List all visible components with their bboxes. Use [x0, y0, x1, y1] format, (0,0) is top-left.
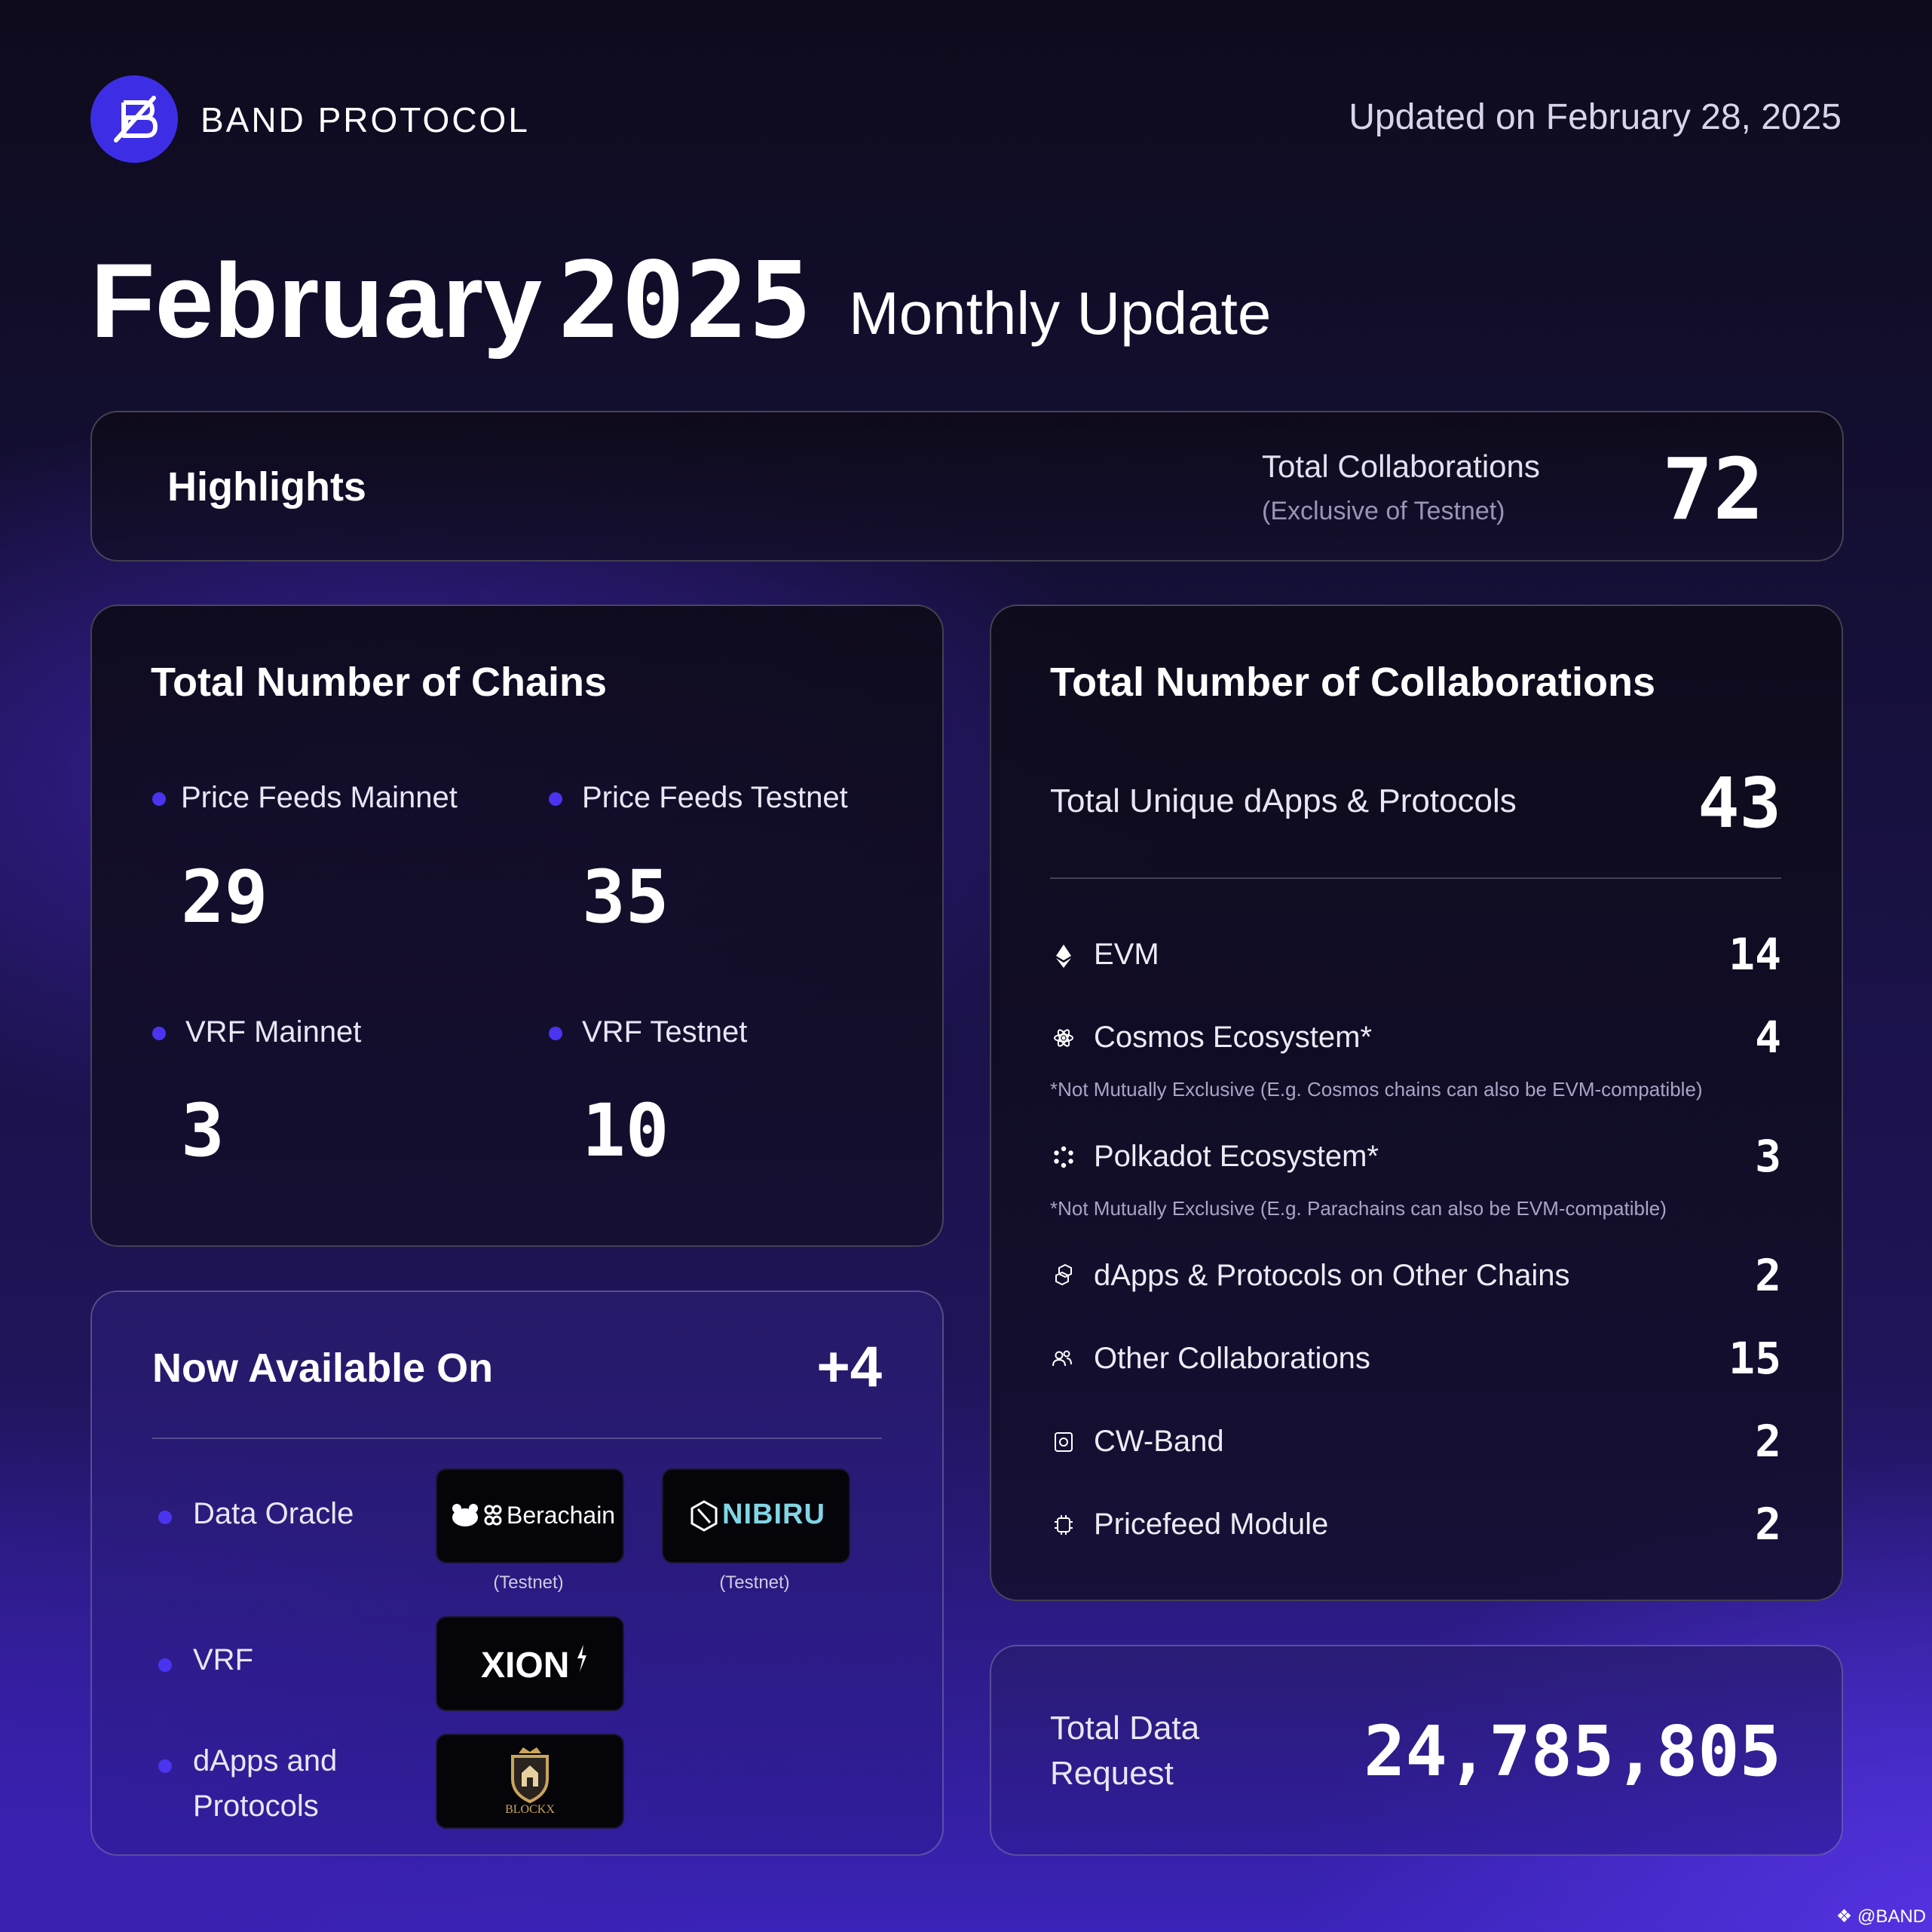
data-oracle-label: Data Oracle [193, 1497, 354, 1530]
page-title-year: 2025 [558, 240, 813, 363]
vrf-mainnet-value: 3 [181, 1088, 225, 1173]
available-card: Now Available On +4 Data Oracle Berachai… [90, 1291, 944, 1856]
polkadot-value: 3 [1755, 1131, 1781, 1182]
diamond-icon: ❖ [1836, 1906, 1853, 1927]
polkadot-note: *Not Mutually Exclusive (E.g. Parachains… [1050, 1197, 1667, 1220]
unique-dapps-label: Total Unique dApps & Protocols [1050, 782, 1517, 819]
dapps-protocols-label: dApps and Protocols [193, 1738, 389, 1829]
watermark: ❖ @BAND [1836, 1906, 1926, 1927]
vrf-label: VRF [193, 1643, 253, 1676]
collaborations-title: Total Number of Collaborations [1050, 660, 1656, 705]
total-collaborations-value: 72 [1662, 441, 1764, 539]
price-feeds-mainnet-label: Price Feeds Mainnet [181, 781, 458, 814]
other-chains-value: 2 [1755, 1250, 1781, 1301]
blockx-name: BLOCKX [505, 1803, 555, 1816]
dapps-protocols-text: dApps and Protocols [193, 1744, 338, 1823]
evm-value: 14 [1728, 929, 1781, 980]
cw-band-label: CW-Band [1094, 1425, 1224, 1458]
chains-title: Total Number of Chains [151, 660, 608, 705]
bullet-dot [152, 792, 166, 806]
cosmos-note: *Not Mutually Exclusive (E.g. Cosmos cha… [1050, 1078, 1703, 1101]
vrf-mainnet-label: VRF Mainnet [185, 1015, 362, 1049]
highlights-card: Highlights Total Collaborations (Exclusi… [90, 411, 1844, 562]
brand-logo [90, 75, 178, 163]
chip-icon [1055, 1515, 1073, 1535]
cosmos-value: 4 [1755, 1012, 1781, 1063]
unique-dapps-value: 43 [1698, 763, 1781, 844]
brand-name: BAND PROTOCOL [201, 100, 530, 139]
nibiru-testnet-note: (Testnet) [719, 1572, 790, 1593]
xion-name: XION [481, 1646, 570, 1686]
vrf-testnet-label: VRF Testnet [582, 1015, 748, 1049]
bullet-dot [158, 1511, 172, 1524]
bullet-dot [549, 792, 562, 806]
bullet-dot [152, 1027, 166, 1040]
cubes-icon [1055, 1263, 1072, 1286]
data-request-label-line1: Total Data [1050, 1710, 1200, 1747]
ethereum-icon [1056, 945, 1071, 968]
chains-card: Total Number of Chains Price Feeds Mainn… [90, 605, 944, 1247]
cosmos-icon [1054, 1029, 1073, 1047]
divider [152, 1438, 882, 1439]
collaborations-card: Total Number of Collaborations Total Uni… [990, 605, 1843, 1601]
price-feeds-testnet-label: Price Feeds Testnet [582, 781, 848, 814]
flame-icon [577, 1645, 586, 1672]
page: { "brand": { "name": "BAND PROTOCOL" }, … [0, 0, 1932, 1932]
chain-link-icon [484, 1505, 502, 1526]
evm-label: EVM [1094, 938, 1159, 971]
bullet-dot [158, 1658, 172, 1672]
cw-band-value: 2 [1755, 1416, 1781, 1467]
polkadot-label: Polkadot Ecosystem* [1094, 1140, 1379, 1173]
blockx-logo: BLOCKX [436, 1734, 624, 1829]
vrf-testnet-value: 10 [582, 1088, 669, 1173]
cosmos-label: Cosmos Ecosystem* [1094, 1021, 1372, 1054]
band-logo-icon [114, 96, 158, 142]
highlights-label: Highlights [167, 464, 366, 510]
data-request-card: Total Data Request 24,785,805 [990, 1645, 1843, 1856]
berachain-logo: Berachain [436, 1468, 624, 1563]
nibiru-logo: NIBIRU [662, 1468, 850, 1563]
page-title-month: February [90, 241, 543, 360]
bear-icon [452, 1504, 478, 1526]
cw-band-icon [1055, 1432, 1073, 1452]
bullet-dot [158, 1759, 172, 1773]
price-feeds-testnet-value: 35 [582, 855, 669, 939]
xion-logo: XION [436, 1616, 624, 1711]
other-collaborations-label: Other Collaborations [1094, 1342, 1370, 1375]
other-chains-label: dApps & Protocols on Other Chains [1094, 1259, 1570, 1292]
polkadot-icon [1054, 1146, 1073, 1168]
berachain-name: Berachain [507, 1502, 616, 1529]
divider [1050, 877, 1781, 879]
crest-icon [511, 1747, 549, 1803]
price-feeds-mainnet-value: 29 [181, 855, 268, 939]
available-title: Now Available On [152, 1346, 494, 1391]
updated-date: Updated on February 28, 2025 [1349, 97, 1842, 137]
page-subtitle: Monthly Update [849, 280, 1272, 347]
data-request-value: 24,785,805 [1364, 1711, 1781, 1792]
people-icon [1052, 1350, 1072, 1367]
total-collaborations-label: Total Collaborations [1262, 449, 1540, 484]
available-count: +4 [816, 1335, 882, 1399]
berachain-testnet-note: (Testnet) [493, 1572, 564, 1593]
pricefeed-module-label: Pricefeed Module [1094, 1508, 1329, 1541]
total-collaborations-sub: (Exclusive of Testnet) [1262, 497, 1505, 525]
watermark-text: @BAND [1857, 1906, 1926, 1927]
other-collaborations-value: 15 [1728, 1333, 1781, 1384]
nibiru-mark-icon [690, 1500, 718, 1532]
bullet-dot [549, 1027, 562, 1040]
data-request-label-line2: Request [1050, 1755, 1174, 1792]
pricefeed-module-value: 2 [1755, 1499, 1781, 1550]
nibiru-name: NIBIRU [722, 1499, 825, 1530]
